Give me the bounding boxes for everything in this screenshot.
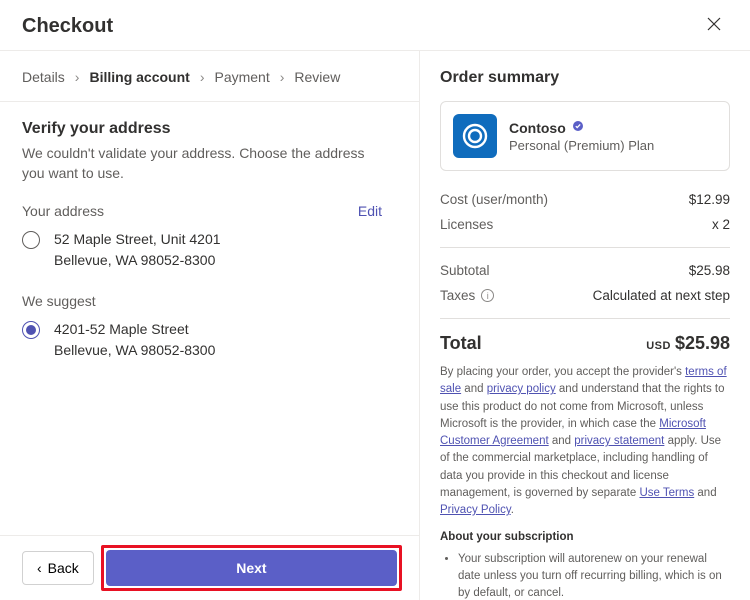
about-subscription-heading: About your subscription: [440, 529, 730, 546]
privacy-policy2-link[interactable]: Privacy Policy: [440, 504, 511, 516]
licenses-row: Licenses x 2: [440, 212, 730, 237]
modal-content: Details › Billing account › Payment › Re…: [0, 51, 750, 600]
breadcrumb-step-details[interactable]: Details: [22, 69, 65, 85]
verified-badge-icon: [572, 120, 584, 135]
total-currency: USD: [646, 340, 671, 352]
verify-description: We couldn't validate your address. Choos…: [22, 144, 382, 183]
your-address-text: 52 Maple Street, Unit 4201 Bellevue, WA …: [54, 229, 221, 271]
privacy-statement-link[interactable]: privacy statement: [574, 435, 664, 447]
close-icon: [707, 17, 721, 36]
radio-selected-icon: [22, 321, 40, 339]
order-summary-title: Order summary: [440, 69, 730, 87]
your-address-header: Your address Edit: [22, 203, 382, 219]
suggested-address-text: 4201-52 Maple Street Bellevue, WA 98052-…: [54, 319, 215, 361]
licenses-value: x 2: [712, 217, 730, 232]
verify-address-section: Verify your address We couldn't validate…: [0, 102, 419, 535]
total-amount: $25.98: [675, 333, 730, 353]
cost-value: $12.99: [689, 192, 730, 207]
close-button[interactable]: [700, 12, 728, 40]
cost-row: Cost (user/month) $12.99: [440, 187, 730, 212]
next-button-highlight: Next: [106, 550, 397, 586]
address-line: Bellevue, WA 98052-8300: [54, 250, 221, 271]
radio-unselected-icon: [22, 231, 40, 249]
suggested-address-label: We suggest: [22, 293, 96, 309]
your-address-option[interactable]: 52 Maple Street, Unit 4201 Bellevue, WA …: [22, 229, 382, 271]
left-panel: Details › Billing account › Payment › Re…: [0, 51, 420, 600]
address-line: 52 Maple Street, Unit 4201: [54, 229, 221, 250]
use-terms-link[interactable]: Use Terms: [639, 487, 694, 499]
order-summary-panel: Order summary Contoso Personal (: [420, 51, 750, 600]
privacy-policy-link[interactable]: privacy policy: [487, 383, 556, 395]
licenses-label: Licenses: [440, 217, 493, 232]
modal-header: Checkout: [0, 0, 750, 51]
subtotal-value: $25.98: [689, 263, 730, 278]
footer-actions: ‹ Back Next: [0, 535, 419, 600]
breadcrumb-step-review[interactable]: Review: [294, 69, 340, 85]
cost-label: Cost (user/month): [440, 192, 548, 207]
address-line: 4201-52 Maple Street: [54, 319, 215, 340]
product-card: Contoso Personal (Premium) Plan: [440, 101, 730, 171]
divider: [440, 247, 730, 248]
back-button-label: Back: [48, 560, 79, 576]
product-name-row: Contoso: [509, 120, 654, 136]
product-spiral-icon: [453, 114, 497, 158]
chevron-right-icon: ›: [75, 69, 80, 85]
subtotal-label: Subtotal: [440, 263, 490, 278]
taxes-label: Taxes i: [440, 288, 494, 303]
subscription-bullet: Your subscription will autorenew on your…: [458, 551, 730, 600]
checkout-modal: Checkout Details › Billing account › Pay…: [0, 0, 750, 600]
legal-text: By placing your order, you accept the pr…: [440, 364, 730, 600]
suggested-address-option[interactable]: 4201-52 Maple Street Bellevue, WA 98052-…: [22, 319, 382, 361]
next-button[interactable]: Next: [106, 550, 397, 586]
product-plan: Personal (Premium) Plan: [509, 138, 654, 153]
back-button[interactable]: ‹ Back: [22, 551, 94, 585]
taxes-value: Calculated at next step: [593, 288, 730, 303]
chevron-right-icon: ›: [200, 69, 205, 85]
breadcrumb-step-payment[interactable]: Payment: [214, 69, 269, 85]
modal-title: Checkout: [22, 15, 113, 38]
breadcrumb: Details › Billing account › Payment › Re…: [0, 51, 419, 102]
subscription-bullets: Your subscription will autorenew on your…: [440, 551, 730, 600]
divider: [440, 318, 730, 319]
subtotal-row: Subtotal $25.98: [440, 258, 730, 283]
total-label: Total: [440, 333, 482, 354]
suggested-address-header: We suggest: [22, 293, 382, 309]
chevron-left-icon: ‹: [37, 560, 42, 576]
verify-heading: Verify your address: [22, 120, 397, 138]
total-value: USD $25.98: [646, 333, 730, 354]
info-icon[interactable]: i: [481, 289, 494, 302]
edit-address-link[interactable]: Edit: [358, 203, 382, 219]
your-address-label: Your address: [22, 203, 104, 219]
chevron-right-icon: ›: [280, 69, 285, 85]
taxes-row: Taxes i Calculated at next step: [440, 283, 730, 308]
total-row: Total USD $25.98: [440, 329, 730, 364]
address-line: Bellevue, WA 98052-8300: [54, 340, 215, 361]
breadcrumb-step-billing[interactable]: Billing account: [89, 69, 189, 85]
product-name: Contoso: [509, 120, 566, 136]
product-info: Contoso Personal (Premium) Plan: [509, 120, 654, 153]
